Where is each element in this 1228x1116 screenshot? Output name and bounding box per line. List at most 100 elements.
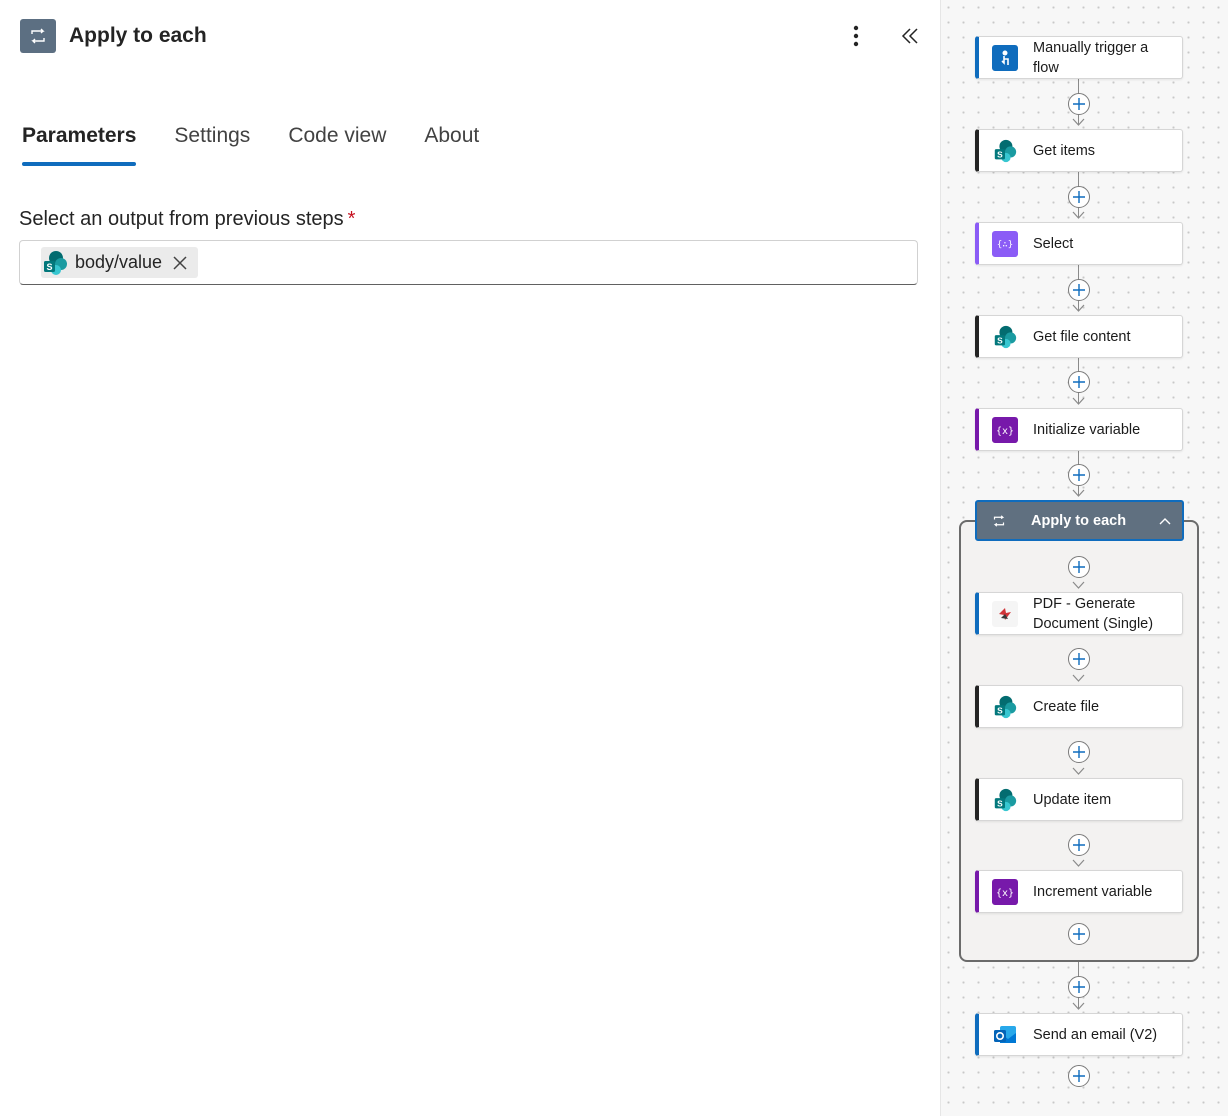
arrow-down-icon [1072, 767, 1085, 775]
variable-icon: {x} [992, 878, 1018, 905]
flow-canvas[interactable]: Manually trigger a flow S Get items {∴} … [940, 0, 1228, 1116]
insert-step-button[interactable] [1068, 186, 1090, 208]
insert-step-button[interactable] [1068, 556, 1090, 578]
insert-step-button[interactable] [1068, 279, 1090, 301]
add-icon [1073, 653, 1085, 665]
node-send-email[interactable]: Send an email (V2) [975, 1013, 1183, 1056]
panel-title: Apply to each [69, 24, 207, 47]
node-label: Send an email (V2) [1033, 1026, 1158, 1043]
node-label: Get file content [1033, 328, 1131, 345]
node-create-file[interactable]: S Create file [975, 685, 1183, 728]
manual-trigger-icon [992, 44, 1018, 71]
insert-step-button[interactable] [1068, 834, 1090, 856]
node-label: Initialize variable [1033, 421, 1141, 438]
sharepoint-icon: S [992, 787, 1018, 813]
loop-icon [991, 513, 1007, 529]
add-icon [1073, 981, 1085, 993]
node-label: Apply to each [1031, 512, 1127, 529]
node-label: Manually trigger a flow [1033, 39, 1149, 76]
insert-step-button[interactable] [1068, 648, 1090, 670]
token-remove-button[interactable] [172, 255, 188, 271]
required-indicator: * [347, 208, 356, 230]
more-vertical-icon [853, 25, 859, 47]
add-icon [1073, 839, 1085, 851]
arrow-down-icon [1072, 211, 1085, 219]
add-icon [1073, 469, 1085, 481]
token-label: body/value [75, 252, 163, 272]
svg-text:S: S [997, 149, 1003, 159]
variable-icon: {x} [992, 416, 1018, 443]
arrow-down-icon [1072, 118, 1085, 126]
tab-settings[interactable]: Settings [174, 120, 250, 170]
add-icon [1073, 928, 1085, 940]
output-field-label: Select an output from previous steps * [19, 208, 355, 231]
node-label: Select [1033, 235, 1074, 252]
node-select[interactable]: {∴} Select [975, 222, 1183, 265]
sharepoint-icon: S [992, 694, 1018, 720]
node-label: PDF - Generate Document (Single) [1033, 595, 1154, 632]
add-icon [1073, 191, 1085, 203]
svg-text:{x}: {x} [996, 426, 1014, 437]
node-pdf-generate-document[interactable]: PDF - Generate Document (Single) [975, 592, 1183, 635]
action-details-panel: Apply to each Parameters Settings Code v… [0, 0, 940, 1116]
dynamic-content-token[interactable]: S body/value [41, 247, 199, 278]
node-initialize-variable[interactable]: {x} Initialize variable [975, 408, 1183, 451]
panel-tabs: Parameters Settings Code view About [22, 120, 517, 170]
insert-step-button[interactable] [1068, 923, 1090, 945]
outlook-icon [992, 1022, 1018, 1048]
tab-about[interactable]: About [424, 120, 479, 170]
node-increment-variable[interactable]: {x} Increment variable [975, 870, 1183, 913]
node-manually-trigger[interactable]: Manually trigger a flow [975, 36, 1183, 79]
tab-parameters[interactable]: Parameters [22, 120, 137, 170]
arrow-down-icon [1072, 397, 1085, 405]
node-label: Get items [1033, 142, 1096, 159]
insert-step-button[interactable] [1068, 464, 1090, 486]
arrow-down-icon [1072, 859, 1085, 867]
node-label: Create file [1033, 698, 1100, 715]
sharepoint-icon: S [992, 324, 1018, 350]
node-label: Increment variable [1033, 883, 1153, 900]
node-label: Update item [1033, 791, 1112, 808]
insert-step-button[interactable] [1068, 371, 1090, 393]
arrow-down-icon [1072, 674, 1085, 682]
double-chevron-left-icon [901, 28, 918, 44]
add-icon [1073, 1070, 1085, 1082]
node-apply-to-each[interactable]: Apply to each [975, 500, 1184, 541]
svg-text:S: S [997, 705, 1003, 715]
add-icon [1073, 98, 1085, 110]
sharepoint-icon: S [41, 249, 69, 277]
node-update-item[interactable]: S Update item [975, 778, 1183, 821]
arrow-down-icon [1072, 581, 1085, 589]
output-field-input[interactable]: S body/value [19, 240, 918, 285]
add-icon [1073, 376, 1085, 388]
loop-icon [20, 19, 56, 53]
insert-step-button[interactable] [1068, 741, 1090, 763]
app-root: Apply to each Parameters Settings Code v… [0, 0, 1228, 1116]
svg-text:{∴}: {∴} [997, 240, 1013, 250]
add-icon [1073, 284, 1085, 296]
add-icon [1073, 746, 1085, 758]
insert-step-button[interactable] [1068, 93, 1090, 115]
arrow-down-icon [1072, 304, 1085, 312]
close-icon [173, 255, 187, 270]
arrow-down-icon [1072, 1002, 1085, 1010]
svg-text:S: S [997, 335, 1003, 345]
pdf-generator-icon [992, 600, 1018, 627]
tab-code-view[interactable]: Code view [288, 120, 386, 170]
add-icon [1073, 561, 1085, 573]
output-field-label-text: Select an output from previous steps [19, 208, 344, 230]
more-options-button[interactable] [842, 22, 870, 50]
insert-step-button[interactable] [1068, 1065, 1090, 1087]
svg-text:S: S [46, 262, 52, 272]
insert-step-button[interactable] [1068, 976, 1090, 998]
collapse-panel-button[interactable] [896, 22, 924, 50]
data-operation-icon: {∴} [992, 230, 1018, 257]
svg-text:S: S [997, 798, 1003, 808]
node-get-file-content[interactable]: S Get file content [975, 315, 1183, 358]
arrow-down-icon [1072, 489, 1085, 497]
node-get-items[interactable]: S Get items [975, 129, 1183, 172]
sharepoint-icon: S [992, 138, 1018, 164]
panel-header: Apply to each [20, 18, 207, 54]
svg-text:{x}: {x} [996, 888, 1014, 899]
chevron-up-icon[interactable] [1158, 514, 1172, 528]
